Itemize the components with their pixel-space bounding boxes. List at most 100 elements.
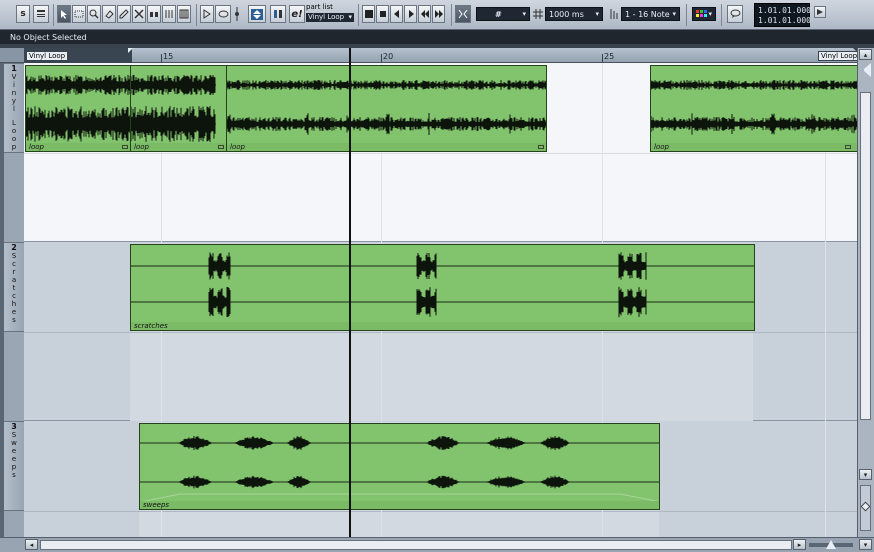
- track-3-letter: e: [11, 455, 17, 463]
- note-value: 1 - 16 Note: [625, 9, 670, 19]
- event-label-bar: [227, 143, 546, 151]
- project-cursor[interactable]: [349, 48, 351, 537]
- horizontal-zoom-menu-icon[interactable]: ▾: [859, 539, 872, 550]
- previous-arrow-icon[interactable]: [390, 5, 403, 23]
- part-list-select[interactable]: Vinyl Loop ▾: [306, 13, 354, 22]
- time-warp-tool-icon[interactable]: [177, 5, 191, 23]
- lane-divider: [24, 511, 857, 512]
- event-lock-icon: [538, 145, 544, 149]
- part-list-label: part list: [306, 3, 333, 11]
- track-3-number: 3: [11, 422, 17, 431]
- stop-icon[interactable]: [376, 5, 389, 23]
- edit-info-icon[interactable]: e!: [289, 5, 305, 23]
- track-list-edge: [0, 63, 4, 537]
- event-loop-1[interactable]: loop: [25, 65, 131, 152]
- solo-button[interactable]: s: [16, 5, 30, 23]
- position-bottom: 1.01.01.000: [758, 16, 811, 25]
- event-lock-icon: [845, 145, 851, 149]
- chevron-down-icon: ▾: [522, 10, 526, 18]
- scrub-tool-icon[interactable]: [215, 5, 231, 23]
- event-display[interactable]: loop loop loop loop scratches sweeps: [24, 63, 857, 537]
- scroll-up-icon[interactable]: ▴: [859, 49, 872, 60]
- position-top: 1.01.01.000: [758, 6, 811, 15]
- scroll-down-icon[interactable]: ▾: [859, 469, 872, 480]
- pointer-tool-icon[interactable]: [57, 5, 71, 23]
- event-sweeps[interactable]: sweeps: [139, 423, 660, 510]
- event-name: scratches: [134, 322, 168, 330]
- horizontal-scrollbar-thumb[interactable]: [40, 540, 792, 550]
- lane-divider: [24, 332, 857, 333]
- split-tool-icon[interactable]: [162, 5, 176, 23]
- event-loop-2[interactable]: loop: [130, 65, 227, 152]
- waveform: [227, 80, 546, 135]
- grid-type-select[interactable]: # ▾: [476, 7, 530, 21]
- track-2-letter: h: [11, 300, 17, 308]
- event-name: loop: [230, 143, 245, 151]
- position-display: 1.01.01.000 1.01.01.000: [754, 3, 811, 27]
- track-2-number: 2: [11, 243, 17, 252]
- autoscroll-icon[interactable]: [248, 5, 266, 23]
- snap-toggle-icon[interactable]: [270, 5, 286, 23]
- event-label-bar: [651, 143, 857, 151]
- event-name: sweeps: [143, 501, 170, 509]
- right-locator-label[interactable]: Vinyl Loop: [818, 51, 861, 61]
- ruler-tick: [161, 54, 162, 62]
- erase-tool-icon[interactable]: [102, 5, 116, 23]
- tool-modifier-icon[interactable]: [233, 5, 241, 23]
- scroll-left-icon[interactable]: ◂: [25, 539, 38, 550]
- waveform: [140, 435, 659, 503]
- ruler-corner: [0, 48, 24, 63]
- color-palette-select[interactable]: ▾: [692, 7, 716, 21]
- ruler-marker-15: 15: [163, 52, 174, 61]
- track-2-letter: r: [12, 268, 16, 276]
- quantize-mode-icon: [609, 9, 619, 19]
- track-1-letter: p: [11, 143, 17, 151]
- fast-forward-icon[interactable]: [432, 5, 445, 23]
- scroll-right-icon[interactable]: ▸: [793, 539, 806, 550]
- left-locator-label[interactable]: Vinyl Loop: [26, 51, 69, 61]
- track-2-header[interactable]: 2 S c r a t c h e s: [4, 242, 24, 332]
- track-3-letter: e: [11, 447, 17, 455]
- range-tool-icon[interactable]: [72, 5, 86, 23]
- track-1-letter: L: [12, 119, 16, 127]
- draw-tool-icon[interactable]: [117, 5, 131, 23]
- lane-divider: [24, 153, 857, 154]
- note-value-select[interactable]: 1 - 16 Note ▾: [621, 7, 680, 21]
- horizontal-scroll-area[interactable]: ◂ ▸ ▾: [0, 537, 874, 552]
- snap-to-zero-icon[interactable]: [455, 5, 471, 23]
- vertical-scroll-area[interactable]: ▴ ▾: [857, 48, 874, 537]
- zoom-handle-icon[interactable]: [826, 540, 836, 549]
- track-1-header[interactable]: 1 V i n y l L o o p: [4, 63, 24, 153]
- track-1-letter: n: [11, 89, 17, 97]
- part-list-value: Vinyl Loop: [308, 13, 345, 21]
- next-arrow-icon[interactable]: [404, 5, 417, 23]
- event-scratches[interactable]: scratches: [130, 244, 755, 331]
- track-2-letter: t: [12, 284, 16, 292]
- event-label-bar: [131, 322, 754, 330]
- track-3-letter: s: [12, 471, 16, 479]
- part-list[interactable]: part list Vinyl Loop ▾: [306, 3, 354, 27]
- track-zoom-icon[interactable]: [861, 63, 871, 77]
- event-loop-4[interactable]: loop: [650, 65, 857, 152]
- track-2-letter: a: [11, 276, 17, 284]
- track-3-letter: S: [11, 431, 17, 439]
- speech-bubble-icon[interactable]: [727, 5, 743, 23]
- vertical-scrollbar-thumb[interactable]: [860, 92, 871, 420]
- inspector-toggle-icon[interactable]: [33, 5, 49, 23]
- position-toggle-icon[interactable]: [814, 6, 826, 18]
- track-2-lane-header: [4, 332, 24, 421]
- track-list: 1 V i n y l L o o p 2 S c r a t c h e s …: [4, 63, 24, 537]
- zoom-tool-icon[interactable]: [87, 5, 101, 23]
- rewind-icon[interactable]: [418, 5, 431, 23]
- track-3-header[interactable]: 3 S w e e p s: [4, 421, 24, 511]
- event-loop-3[interactable]: loop: [226, 65, 547, 152]
- waveform: [651, 80, 857, 135]
- go-to-start-icon[interactable]: [362, 5, 375, 23]
- mute-tool-icon[interactable]: [132, 5, 146, 23]
- chevron-down-icon: ▾: [708, 10, 712, 18]
- event-lock-icon: [122, 145, 128, 149]
- glue-tool-icon[interactable]: [147, 5, 161, 23]
- quantize-select[interactable]: 1000 ms ▾: [545, 7, 603, 21]
- play-tool-icon[interactable]: [200, 5, 214, 23]
- ruler[interactable]: Vinyl Loop 15 20 25 Vinyl Loop: [24, 48, 861, 63]
